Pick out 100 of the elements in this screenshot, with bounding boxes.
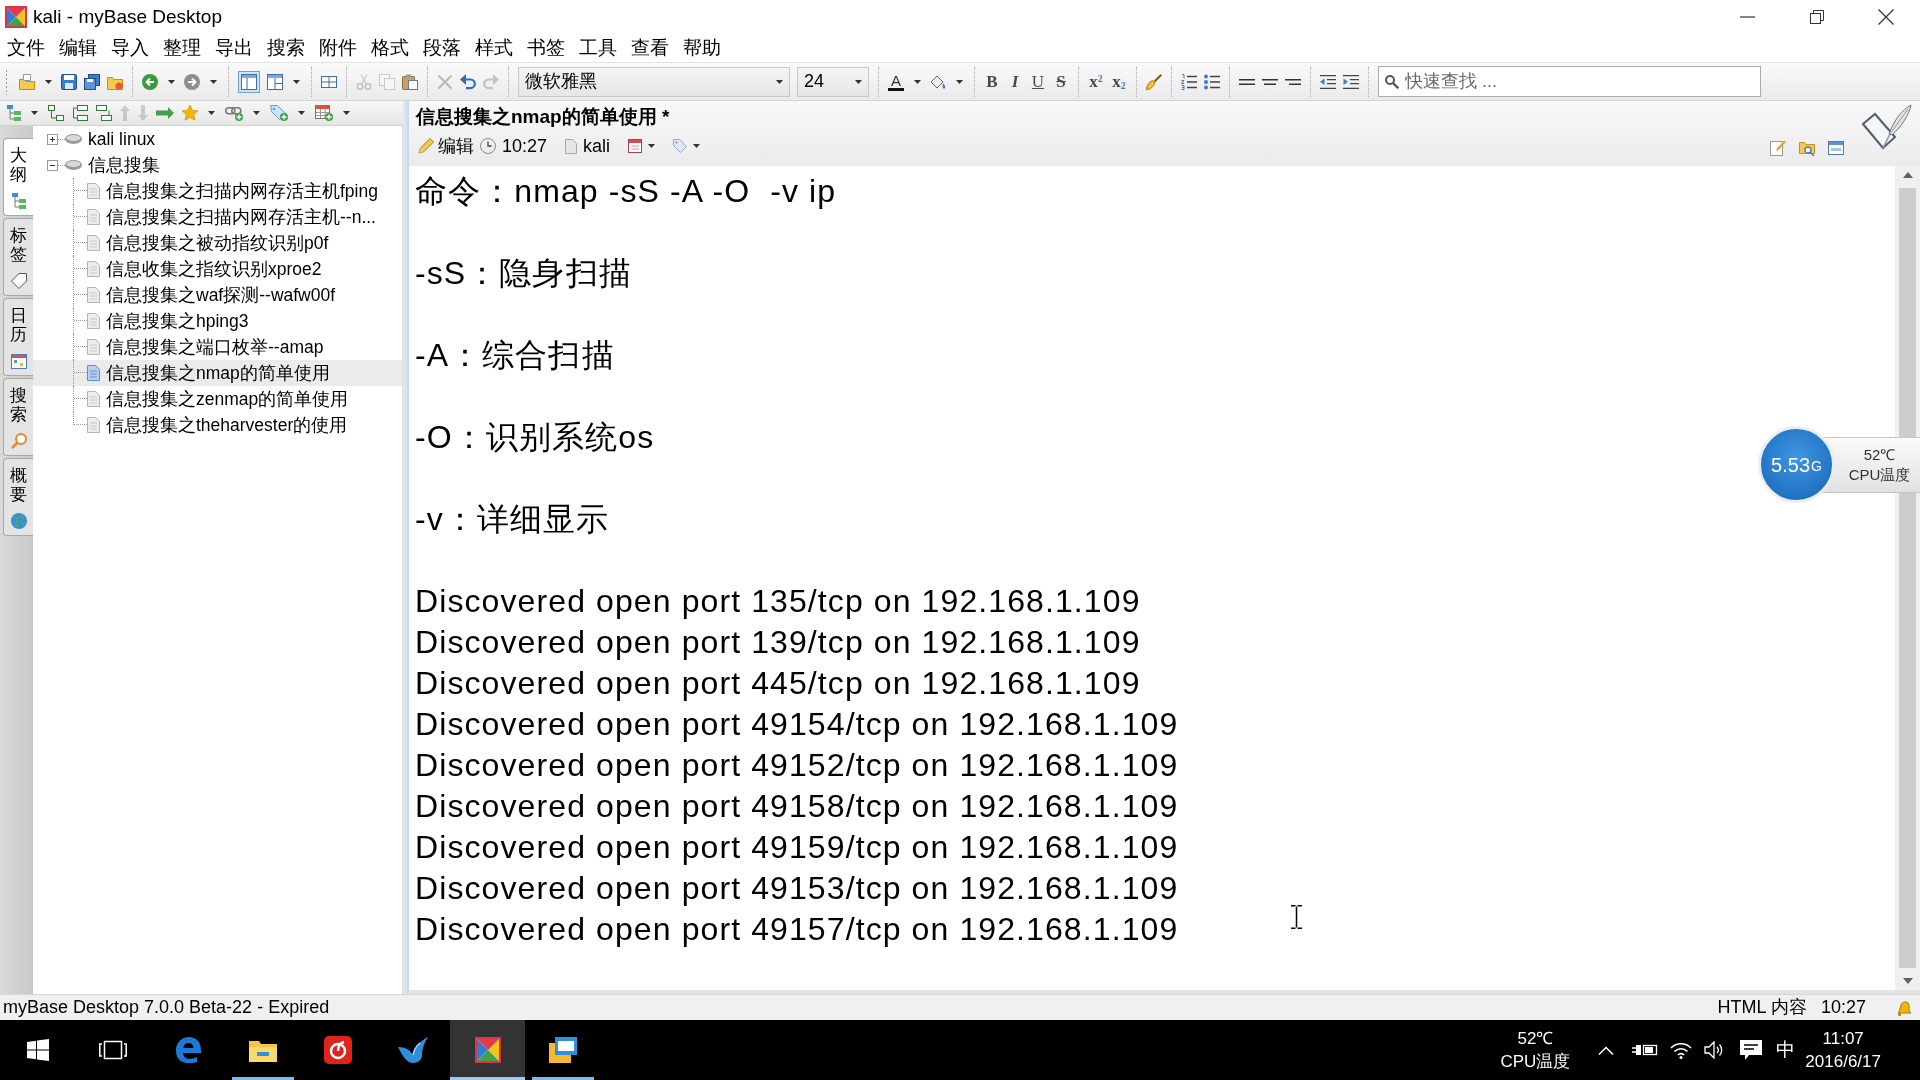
link-icon[interactable]	[225, 105, 243, 121]
caret-icon[interactable]	[253, 111, 260, 115]
bullet-list-icon[interactable]	[1204, 73, 1220, 90]
search-field[interactable]: 快速查找 ...	[1378, 66, 1761, 97]
menu-item[interactable]: 段落	[416, 35, 468, 61]
input-method-indicator[interactable]: 中	[1776, 1035, 1796, 1065]
bell-icon[interactable]	[1896, 999, 1912, 1016]
edit-button[interactable]: 编辑	[418, 132, 474, 160]
speaker-icon[interactable]	[1704, 1041, 1725, 1059]
caret-icon[interactable]	[45, 79, 52, 84]
superscript-button[interactable]: x$^{2}$	[1088, 71, 1104, 92]
star-icon[interactable]	[182, 105, 198, 121]
caret-icon[interactable]	[693, 144, 701, 148]
menu-item[interactable]: 搜索	[260, 35, 312, 61]
bold-button[interactable]: B	[984, 71, 1000, 92]
caret-icon[interactable]	[914, 79, 921, 84]
menu-item[interactable]: 查看	[624, 35, 676, 61]
forward-icon[interactable]	[184, 73, 200, 90]
caret-icon[interactable]	[293, 79, 300, 84]
vertical-scrollbar[interactable]	[1895, 166, 1920, 990]
save-all-icon[interactable]	[84, 73, 100, 90]
menu-item[interactable]: 帮助	[676, 35, 728, 61]
split-view-icon[interactable]	[321, 75, 337, 88]
restore-icon[interactable]	[1809, 10, 1824, 24]
text-color-button[interactable]: A	[888, 72, 904, 91]
undo-icon[interactable]	[460, 73, 476, 90]
font-select[interactable]: 微软雅黑	[518, 66, 790, 97]
tree-item[interactable]: 信息搜集	[33, 152, 402, 178]
menu-item[interactable]: 导出	[208, 35, 260, 61]
menu-item[interactable]: 样式	[468, 35, 520, 61]
scroll-up-icon[interactable]	[1902, 172, 1913, 178]
tree-item[interactable]: kali linux	[33, 126, 402, 152]
clock-time[interactable]: 11:07	[1822, 1027, 1864, 1050]
notification-icon[interactable]	[1740, 1040, 1763, 1060]
menu-item[interactable]: 文件	[0, 35, 52, 61]
align-center-icon[interactable]	[1262, 78, 1278, 85]
layout-icon[interactable]	[238, 70, 260, 93]
tree-item[interactable]: 信息搜集之nmap的简单使用	[33, 360, 402, 386]
caret-icon[interactable]	[776, 79, 783, 84]
tree-item[interactable]: 信息搜集之zenmap的简单使用	[33, 386, 402, 412]
taskbar-button[interactable]	[450, 1020, 525, 1080]
indent-icon[interactable]	[1343, 74, 1359, 89]
scroll-down-icon[interactable]	[1902, 978, 1913, 984]
caret-icon[interactable]	[956, 79, 963, 84]
tree-item[interactable]: 信息搜集之扫描内网存活主机--n...	[33, 204, 402, 230]
clock-date[interactable]: 2016/6/17	[1805, 1050, 1881, 1073]
caret-icon[interactable]	[855, 79, 862, 84]
sidebar-tab[interactable]: 搜索	[3, 378, 33, 456]
close-icon[interactable]	[1877, 9, 1894, 25]
tree-item[interactable]: 信息搜集之扫描内网存活主机fping	[33, 178, 402, 204]
numbered-list-icon[interactable]	[1181, 73, 1197, 90]
strikethrough-button[interactable]: S	[1053, 71, 1069, 92]
align-right-icon[interactable]	[1285, 78, 1301, 85]
tree-item[interactable]: 信息搜集之waf探测--wafw00f	[33, 282, 402, 308]
caret-icon[interactable]	[31, 111, 38, 115]
layout-icon[interactable]	[267, 73, 283, 90]
caret-icon[interactable]	[298, 111, 305, 115]
outline-icon[interactable]	[7, 105, 21, 121]
align-left-icon[interactable]	[1239, 78, 1255, 85]
folder-search-icon[interactable]	[1799, 140, 1815, 156]
caret-icon[interactable]	[210, 79, 217, 84]
caret-icon[interactable]	[343, 111, 350, 115]
tree-item[interactable]: 信息收集之指纹识别xproe2	[33, 256, 402, 282]
window-icon[interactable]	[1828, 141, 1844, 155]
expand-icon[interactable]	[47, 133, 58, 145]
right-arrow-icon[interactable]	[156, 107, 174, 119]
font-size-select[interactable]: 24	[797, 66, 869, 97]
menu-item[interactable]: 编辑	[52, 35, 104, 61]
tree-item[interactable]: 信息搜集之被动指纹识别p0f	[33, 230, 402, 256]
sidebar-tab[interactable]: 日历	[3, 298, 33, 376]
back-icon[interactable]	[142, 73, 158, 90]
tag-icon[interactable]	[270, 105, 288, 121]
menu-item[interactable]: 导入	[104, 35, 156, 61]
subscript-button[interactable]: x$_{2}$	[1111, 71, 1127, 92]
italic-button[interactable]: I	[1007, 71, 1023, 92]
outdent-icon[interactable]	[1320, 74, 1336, 89]
paint-bucket-icon[interactable]	[930, 73, 946, 90]
save-icon[interactable]	[61, 73, 77, 90]
table-icon[interactable]	[315, 105, 333, 121]
tree-item[interactable]: 信息搜集之hping3	[33, 308, 402, 334]
edit-note-icon[interactable]	[1770, 140, 1786, 156]
sibling-node-icon[interactable]	[72, 105, 88, 121]
collapse-icon[interactable]	[47, 159, 58, 171]
menu-item[interactable]: 附件	[312, 35, 364, 61]
child-node-icon[interactable]	[48, 105, 64, 121]
calendar-icon[interactable]	[628, 139, 643, 153]
wifi-icon[interactable]	[1670, 1041, 1693, 1059]
caret-icon[interactable]	[168, 79, 175, 84]
sidebar-tab[interactable]: 大纲	[3, 138, 33, 216]
power-plug-icon[interactable]	[1632, 1042, 1659, 1058]
caret-icon[interactable]	[648, 144, 656, 148]
tree-item[interactable]: 信息搜集之theharvester的使用	[33, 412, 402, 438]
clipboard-icon[interactable]	[402, 73, 418, 90]
sidebar-tab[interactable]: 概要	[3, 458, 33, 536]
new-note-icon[interactable]	[19, 73, 35, 90]
sidebar-tab[interactable]: 标签	[3, 218, 33, 296]
underline-button[interactable]: U	[1030, 71, 1046, 92]
menu-item[interactable]: 书签	[520, 35, 572, 61]
chevron-up-icon[interactable]	[1598, 1045, 1615, 1055]
caret-icon[interactable]	[208, 111, 215, 115]
